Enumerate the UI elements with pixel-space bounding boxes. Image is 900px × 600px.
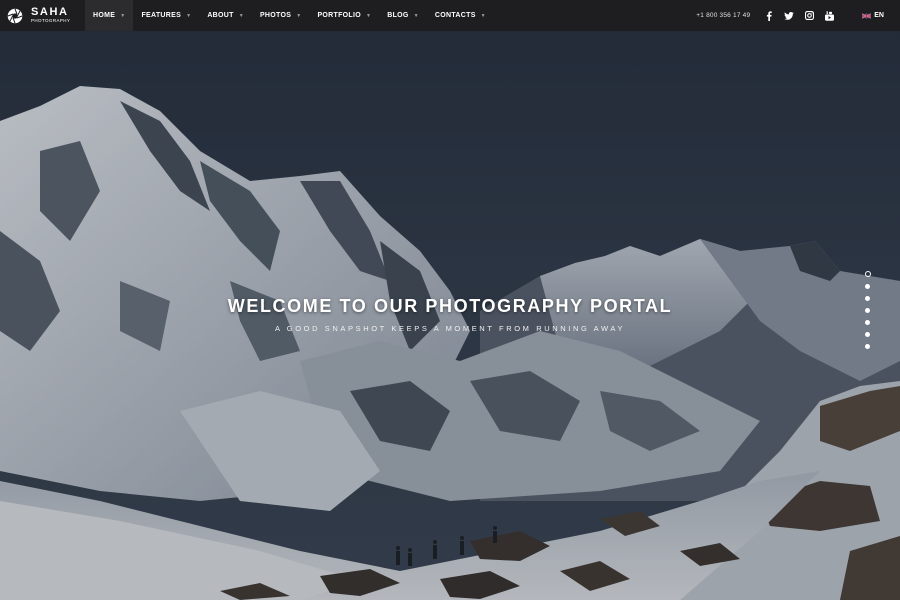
slider-dot[interactable] <box>865 284 870 289</box>
nav-item-label: HOME <box>93 12 116 19</box>
language-selector[interactable]: EN <box>862 12 884 19</box>
youtube-icon[interactable] <box>824 10 834 21</box>
nav-item-label: ABOUT <box>207 12 234 19</box>
nav-item-blog[interactable]: BLOG ▼ <box>379 0 427 31</box>
nav-item-features[interactable]: FEATURES ▼ <box>133 0 199 31</box>
nav-item-label: FEATURES <box>141 12 182 19</box>
phone-number[interactable]: +1 800 356 17 49 <box>696 12 750 19</box>
chevron-down-icon: ▼ <box>296 12 302 19</box>
nav-item-label: PHOTOS <box>259 12 292 19</box>
chevron-down-icon: ▼ <box>413 12 419 19</box>
top-navbar: SAHA PHOTOGRAPHY HOME ▼ FEATURES ▼ ABOUT ▼ … <box>0 0 900 31</box>
slider-dot[interactable] <box>864 271 871 277</box>
logo[interactable]: SAHA PHOTOGRAPHY <box>0 0 85 31</box>
slider-dot[interactable] <box>865 308 870 313</box>
main-nav: HOME ▼ FEATURES ▼ ABOUT ▼ PHOTOS ▼ PORTFOLIO… <box>85 0 494 31</box>
slider-dot[interactable] <box>865 320 870 325</box>
nav-item-home[interactable]: HOME ▼ <box>85 0 134 31</box>
nav-item-contacts[interactable]: CONTACTS ▼ <box>427 0 494 31</box>
twitter-icon[interactable] <box>784 11 795 21</box>
logo-subtitle: PHOTOGRAPHY <box>31 18 71 24</box>
slider-dot[interactable] <box>865 296 870 301</box>
hero-subtitle: A GOOD SNAPSHOT KEEPS A MOMENT FROM RUNN… <box>274 324 626 333</box>
chevron-down-icon: ▼ <box>480 12 486 19</box>
chevron-down-icon: ▼ <box>186 12 192 19</box>
logo-title: SAHA <box>31 6 69 19</box>
nav-item-label: CONTACTS <box>434 12 476 19</box>
social-links <box>764 10 834 21</box>
nav-item-photos[interactable]: PHOTOS ▼ <box>252 0 309 31</box>
nav-item-about[interactable]: ABOUT ▼ <box>199 0 252 31</box>
uk-flag-icon <box>862 12 872 19</box>
slider-dot[interactable] <box>865 344 870 349</box>
hero-banner: WELCOME TO OUR PHOTOGRAPHY PORTAL A GOOD… <box>0 31 900 600</box>
slider-dot[interactable] <box>865 332 870 337</box>
facebook-icon[interactable] <box>764 10 774 21</box>
chevron-down-icon: ▼ <box>365 12 372 19</box>
hero-text-block: WELCOME TO OUR PHOTOGRAPHY PORTAL A GOOD… <box>0 296 900 333</box>
hero-title: WELCOME TO OUR PHOTOGRAPHY PORTAL <box>227 296 673 316</box>
nav-item-portfolio[interactable]: PORTFOLIO ▼ <box>309 0 379 31</box>
chevron-down-icon: ▼ <box>238 12 244 19</box>
instagram-icon[interactable] <box>804 11 814 21</box>
nav-item-label: PORTFOLIO <box>317 12 361 19</box>
aperture-logo-icon <box>7 8 23 23</box>
slider-pagination <box>864 271 871 349</box>
language-code: EN <box>874 12 884 19</box>
nav-item-label: BLOG <box>387 12 409 19</box>
chevron-down-icon: ▼ <box>120 12 126 19</box>
